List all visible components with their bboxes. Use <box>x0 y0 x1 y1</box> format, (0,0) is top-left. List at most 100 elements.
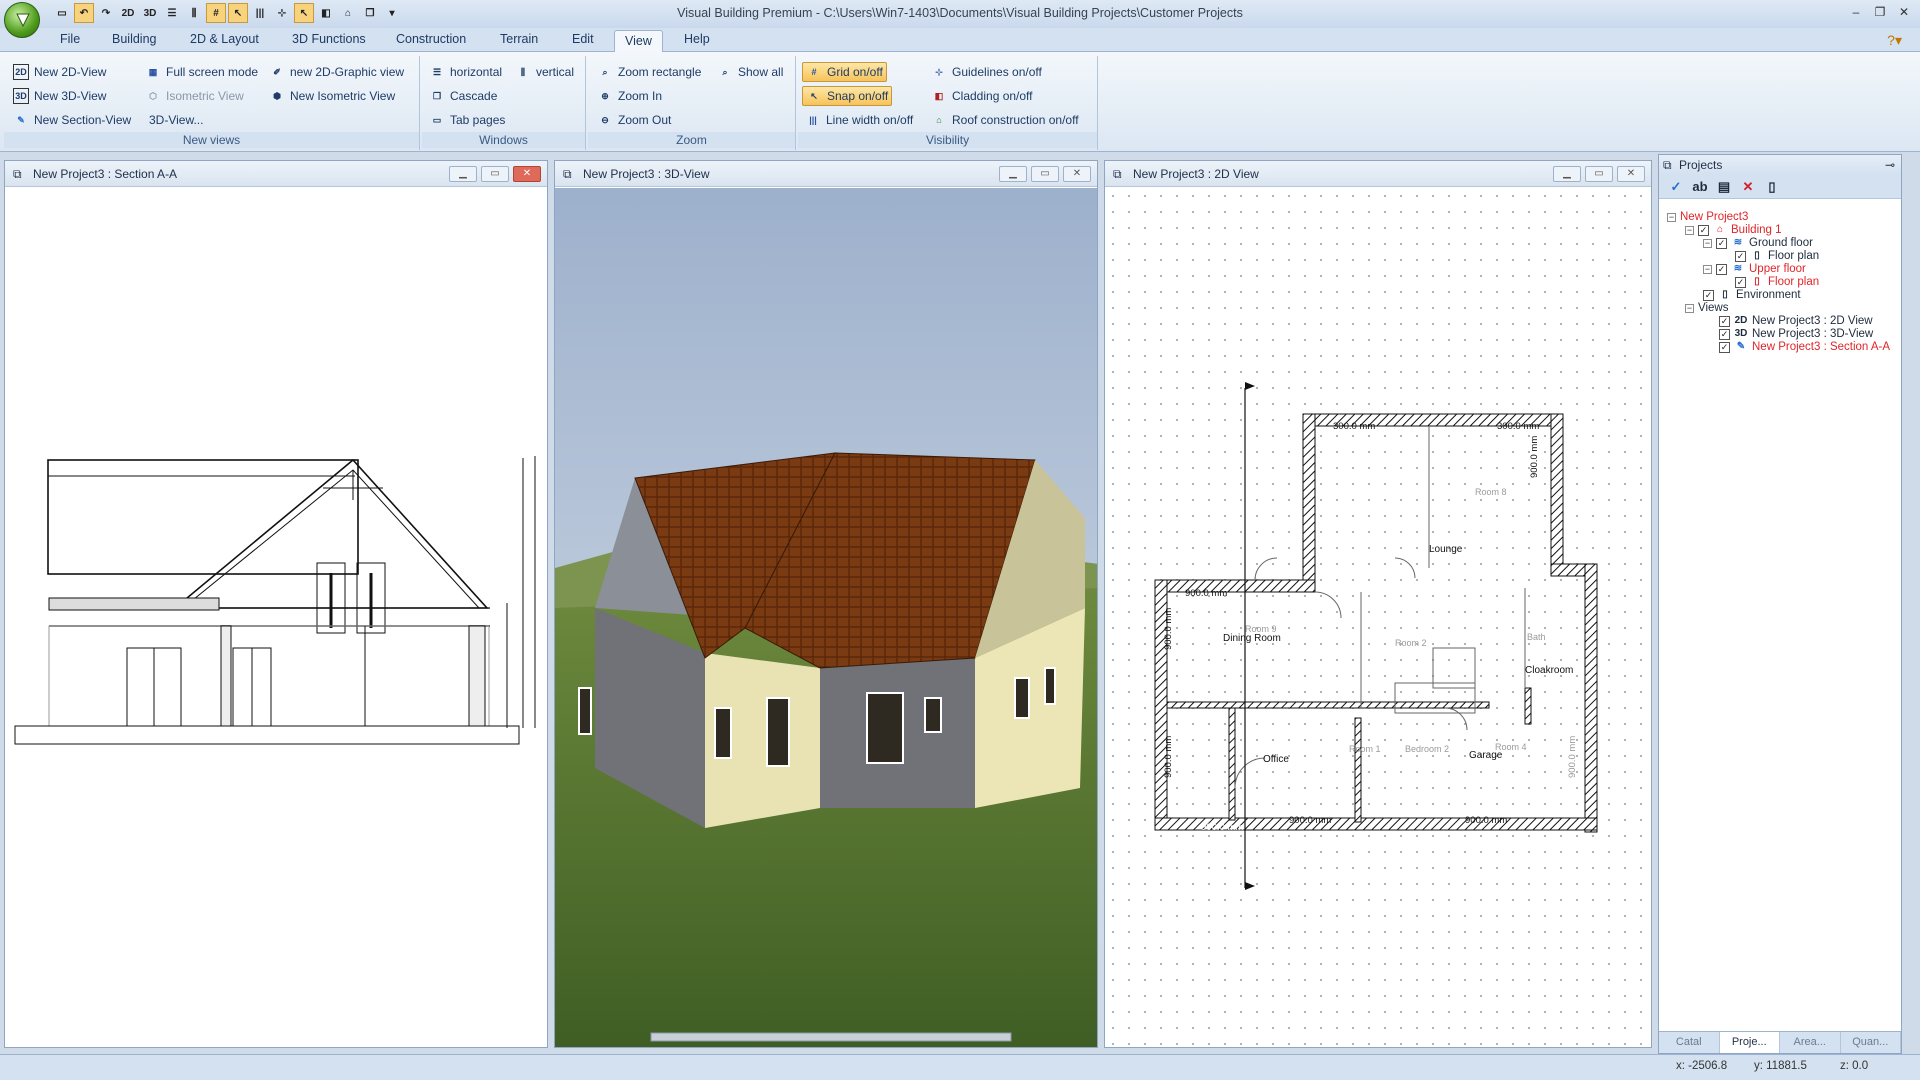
close-icon[interactable]: ✕ <box>513 166 541 182</box>
3d-view-title: New Project3 : 3D-View <box>583 167 710 181</box>
tab-projects[interactable]: Proje... <box>1719 1032 1780 1053</box>
room-placeholder: Room 4 <box>1495 742 1527 752</box>
zoom-in-icon: ⊕ <box>601 90 609 101</box>
help-icon[interactable]: ?▾ <box>1887 32 1902 49</box>
check-icon[interactable]: ✓ <box>1667 178 1685 196</box>
new-2d-view-button[interactable]: 2D New 2D-View <box>10 62 109 82</box>
roof-construction-toggle-button[interactable]: ⌂ Roof construction on/off <box>928 110 1082 130</box>
tab-areas[interactable]: Area... <box>1780 1032 1841 1053</box>
close-icon[interactable]: ✕ <box>1063 166 1091 182</box>
maximize-icon[interactable]: ▭ <box>1031 166 1059 182</box>
zoom-rectangle-icon: ⌕ <box>602 66 608 77</box>
pin-icon[interactable]: ⊸ <box>1885 155 1895 175</box>
minimize-icon[interactable]: ▁ <box>999 166 1027 182</box>
visibility-checkbox[interactable]: ✓ <box>1735 276 1746 288</box>
visibility-checkbox[interactable]: ✓ <box>1716 263 1727 275</box>
minimize-icon[interactable]: – <box>1846 2 1866 22</box>
tab-pages-button[interactable]: ▭ Tab pages <box>426 110 508 130</box>
section-view-window[interactable]: ⧉ New Project3 : Section A-A ▁ ▭ ✕ <box>4 160 548 1048</box>
new-isometric-view-button[interactable]: ⬢ New Isometric View <box>266 86 398 106</box>
projects-panel-tabs: Catal Proje... Area... Quan... <box>1659 1031 1901 1053</box>
3d-view-menu-button[interactable]: 3D-View... <box>146 110 206 130</box>
collapse-icon[interactable]: − <box>1703 264 1712 274</box>
cladding-toggle-button[interactable]: ◧ Cladding on/off <box>928 86 1036 106</box>
tab-terrain[interactable]: Terrain <box>500 32 538 46</box>
collapse-icon[interactable]: − <box>1685 303 1694 313</box>
cladding-toggle-label: Cladding on/off <box>952 89 1033 103</box>
roof-construction-icon: ⌂ <box>936 115 942 125</box>
room-label-cloakroom: Cloakroom <box>1525 665 1573 676</box>
tab-catalog[interactable]: Catal <box>1659 1032 1720 1053</box>
visibility-checkbox[interactable]: ✓ <box>1703 289 1714 301</box>
2d-view-window[interactable]: ⧉ New Project3 : 2D View ▁ ▭ ✕ 300.0 mm … <box>1104 160 1652 1048</box>
window-title: Visual Building Premium - C:\Users\Win7-… <box>677 6 1243 20</box>
document-icon[interactable]: ▯ <box>1763 178 1781 196</box>
delete-icon[interactable]: ✕ <box>1739 178 1757 196</box>
vertical-button[interactable]: ⫼ vertical <box>512 62 577 82</box>
collapse-icon[interactable]: − <box>1685 225 1694 235</box>
zoom-out-button[interactable]: ⊖ Zoom Out <box>594 110 674 130</box>
cascade-button[interactable]: ❐ Cascade <box>426 86 500 106</box>
tab-2d-layout[interactable]: 2D & Layout <box>190 32 259 46</box>
section-view-title: New Project3 : Section A-A <box>33 167 178 181</box>
visibility-checkbox[interactable]: ✓ <box>1698 224 1709 236</box>
maximize-icon[interactable]: ▭ <box>481 166 509 182</box>
horizontal-button[interactable]: ☰ horizontal <box>426 62 505 82</box>
full-screen-mode-button[interactable]: ▦ Full screen mode <box>142 62 261 82</box>
section-drawing-canvas[interactable] <box>5 188 547 1047</box>
collapse-icon[interactable]: − <box>1667 212 1676 222</box>
close-icon[interactable]: ✕ <box>1617 166 1645 182</box>
tab-file[interactable]: File <box>60 32 80 46</box>
2d-view-titlebar: ⧉ New Project3 : 2D View ▁ ▭ ✕ <box>1105 161 1651 187</box>
zoom-out-icon: ⊖ <box>601 114 609 125</box>
full-screen-icon: ▦ <box>148 66 158 77</box>
new-3d-view-button[interactable]: 3D New 3D-View <box>10 86 109 106</box>
section-drawing <box>14 456 536 745</box>
section-view-titlebar: ⧉ New Project3 : Section A-A ▁ ▭ ✕ <box>5 161 547 187</box>
visibility-checkbox[interactable]: ✓ <box>1735 250 1746 262</box>
tab-3d-functions[interactable]: 3D Functions <box>292 32 366 46</box>
guidelines-toggle-button[interactable]: ⊹ Guidelines on/off <box>928 62 1045 82</box>
application-menu-button[interactable] <box>4 2 40 38</box>
tab-quantities[interactable]: Quan... <box>1841 1032 1901 1053</box>
new-section-view-button[interactable]: ✎ New Section-View <box>10 110 134 130</box>
3d-view-window[interactable]: ⧉ New Project3 : 3D-View ▁ ▭ ✕ <box>554 160 1098 1048</box>
group-visibility: # Grid on/off ↖ Snap on/off ||| Line width … <box>798 56 1098 150</box>
grid-toggle-button[interactable]: # Grid on/off <box>802 62 887 82</box>
zoom-rectangle-button[interactable]: ⌕ Zoom rectangle <box>594 62 704 82</box>
cladding-icon: ◧ <box>934 90 944 101</box>
dim-label: 300.0 mm <box>1497 421 1539 432</box>
visibility-checkbox[interactable]: ✓ <box>1716 237 1727 249</box>
close-icon[interactable]: ✕ <box>1894 2 1914 22</box>
collapse-icon[interactable]: − <box>1703 238 1712 248</box>
show-all-button[interactable]: ⌕ Show all <box>714 62 786 82</box>
menu-bar: File Building 2D & Layout 3D Functions C… <box>0 28 1920 52</box>
zoom-in-button[interactable]: ⊕ Zoom In <box>594 86 665 106</box>
horizontal-label: horizontal <box>450 65 503 79</box>
snap-toggle-button[interactable]: ↖ Snap on/off <box>802 86 893 106</box>
cascade-label: Cascade <box>450 89 498 103</box>
isometric-view-label: Isometric View <box>166 89 244 103</box>
tree-node-view-section[interactable]: ✓ ✎ New Project3 : Section A-A <box>1719 339 1890 355</box>
maximize-icon[interactable]: ▭ <box>1585 166 1613 182</box>
isometric-view-button[interactable]: ⬡ Isometric View <box>142 86 247 106</box>
minimize-icon[interactable]: ▁ <box>449 166 477 182</box>
room-label-dining-room: Dining Room <box>1223 633 1281 644</box>
tab-view[interactable]: View <box>614 30 663 52</box>
maximize-icon[interactable]: ❐ <box>1870 2 1890 22</box>
tab-construction[interactable]: Construction <box>396 32 466 46</box>
visibility-checkbox[interactable]: ✓ <box>1719 328 1730 340</box>
rename-icon[interactable]: ab <box>1691 178 1709 196</box>
3d-render-canvas[interactable] <box>555 188 1097 1047</box>
tab-edit[interactable]: Edit <box>572 32 594 46</box>
visibility-checkbox[interactable]: ✓ <box>1719 315 1730 327</box>
tab-help[interactable]: Help <box>684 32 710 46</box>
minimize-icon[interactable]: ▁ <box>1553 166 1581 182</box>
tab-building[interactable]: Building <box>112 32 156 46</box>
zoom-rectangle-label: Zoom rectangle <box>618 65 702 79</box>
line-width-toggle-button[interactable]: ||| Line width on/off <box>802 110 916 130</box>
properties-icon[interactable]: ▤ <box>1715 178 1733 196</box>
new-2d-graphic-view-button[interactable]: ✐ new 2D-Graphic view <box>266 62 407 82</box>
floor-plan-canvas[interactable]: 300.0 mm 300.0 mm 900.0 mm 900.0 mm 900.… <box>1105 188 1651 1047</box>
visibility-checkbox[interactable]: ✓ <box>1719 341 1730 353</box>
